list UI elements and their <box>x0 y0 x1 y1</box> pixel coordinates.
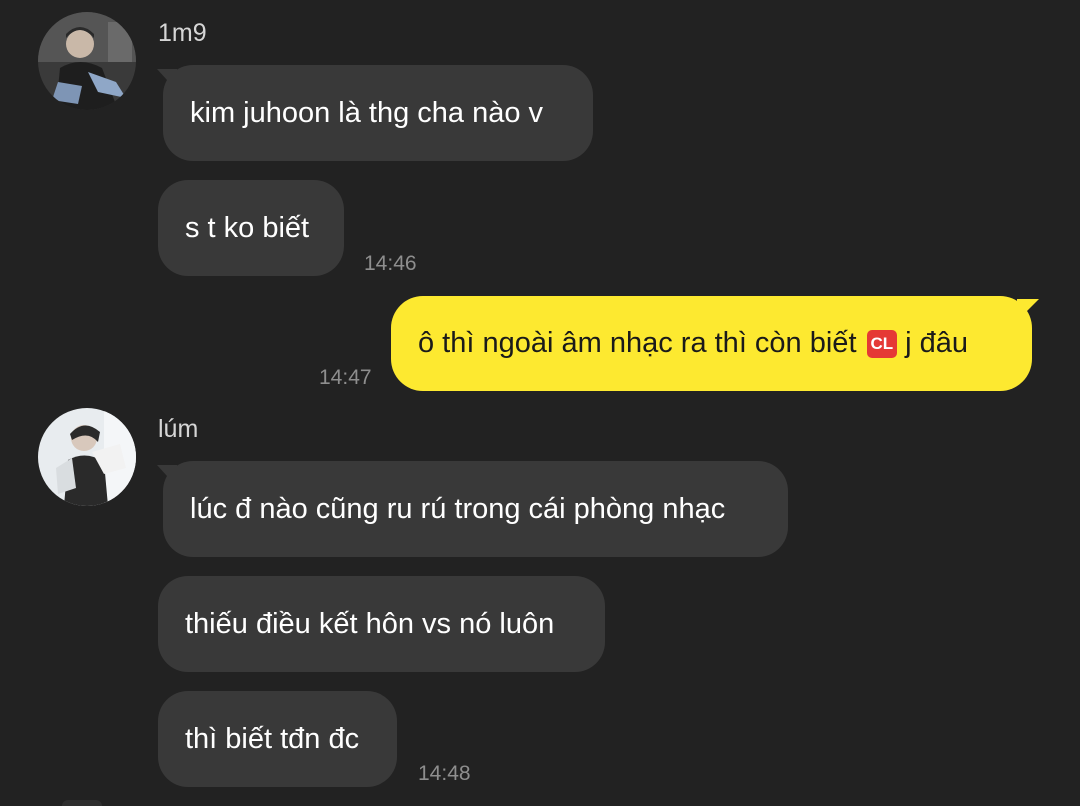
my-message-bubble[interactable]: ô thì ngoài âm nhạc ra thì còn biết CL j… <box>391 296 1039 391</box>
message-text: lúc đ nào cũng ru rú trong cái phòng nhạ… <box>190 492 726 525</box>
message-bubble[interactable]: thiếu điều kết hôn vs nó luôn <box>158 576 605 672</box>
message-text: s t ko biết <box>185 211 310 244</box>
message-bubble[interactable]: kim juhoon là thg cha nào v <box>157 65 593 161</box>
message-text: j đâu <box>905 327 969 359</box>
message-bubble[interactable]: lúc đ nào cũng ru rú trong cái phòng nhạ… <box>157 461 788 557</box>
message-text: thiếu điều kết hôn vs nó luôn <box>185 607 555 640</box>
person-photo-icon <box>38 408 136 506</box>
message-timestamp: 14:46 <box>364 252 417 275</box>
message-text: thì biết tđn đc <box>185 722 360 755</box>
message-timestamp: 14:48 <box>418 762 471 785</box>
person-photo-icon <box>38 12 136 110</box>
next-avatar-edge <box>62 800 102 806</box>
message-text: ô thì ngoài âm nhạc ra thì còn biết <box>418 327 857 359</box>
message-text: kim juhoon là thg cha nào v <box>190 96 544 129</box>
sender-name: 1m9 <box>158 19 207 47</box>
message-timestamp: 14:47 <box>319 366 372 389</box>
cl-emoji-badge: CL <box>866 329 898 358</box>
message-bubble[interactable]: thì biết tđn đc <box>158 691 397 787</box>
avatar-lum[interactable] <box>38 408 136 506</box>
sender-name: lúm <box>158 415 199 443</box>
avatar-1m9[interactable] <box>38 12 136 110</box>
message-bubble[interactable]: s t ko biết <box>158 180 344 276</box>
